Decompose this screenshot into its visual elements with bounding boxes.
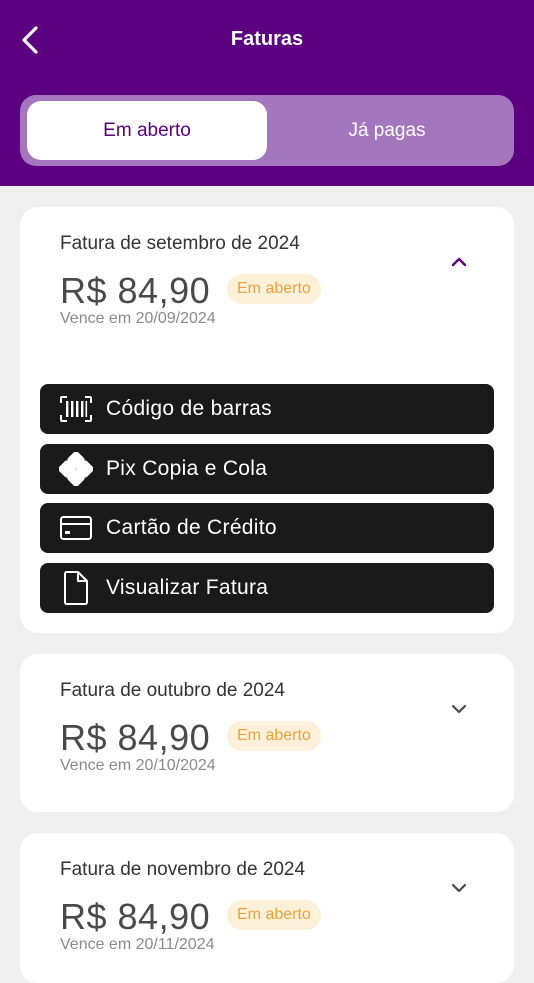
tab-switcher: Em aberto Já pagas	[20, 95, 514, 166]
expand-button[interactable]	[444, 873, 474, 903]
expand-button[interactable]	[444, 694, 474, 724]
pix-button[interactable]: Pix Copia e Cola	[40, 444, 494, 494]
credit-card-icon	[58, 510, 94, 546]
barcode-label: Código de barras	[106, 397, 272, 420]
view-invoice-label: Visualizar Fatura	[106, 576, 269, 599]
invoice-amount: R$ 84,90	[60, 717, 211, 758]
invoice-title: Fatura de novembro de 2024	[60, 859, 306, 880]
status-badge: Em aberto	[227, 721, 321, 751]
credit-card-button[interactable]: Cartão de Crédito	[40, 503, 494, 553]
document-icon	[58, 570, 94, 606]
invoice-due-date: Vence em 20/10/2024	[60, 757, 216, 774]
app-header: Faturas Em aberto Já pagas	[0, 0, 534, 186]
status-badge: Em aberto	[227, 274, 321, 304]
barcode-button[interactable]: Código de barras	[40, 384, 494, 434]
status-badge: Em aberto	[227, 900, 321, 930]
chevron-down-icon	[451, 704, 467, 714]
invoice-title: Fatura de outubro de 2024	[60, 680, 286, 701]
collapse-button[interactable]	[444, 247, 474, 277]
invoice-amount: R$ 84,90	[60, 896, 211, 937]
tab-em-aberto[interactable]: Em aberto	[27, 101, 267, 160]
invoice-card-november[interactable]: Fatura de novembro de 2024 R$ 84,90 Em a…	[20, 833, 514, 983]
invoice-due-date: Vence em 20/09/2024	[60, 310, 216, 327]
invoice-card-september: Fatura de setembro de 2024 R$ 84,90 Em a…	[20, 207, 514, 633]
chevron-down-icon	[451, 883, 467, 893]
page-title: Faturas	[230, 28, 304, 50]
credit-card-label: Cartão de Crédito	[106, 516, 277, 539]
barcode-icon	[58, 391, 94, 427]
invoice-card-october[interactable]: Fatura de outubro de 2024 R$ 84,90 Em ab…	[20, 654, 514, 812]
tab-ja-pagas[interactable]: Já pagas	[267, 101, 507, 160]
pix-icon	[58, 451, 94, 487]
view-invoice-button[interactable]: Visualizar Fatura	[40, 563, 494, 613]
invoice-due-date: Vence em 20/11/2024	[60, 936, 215, 953]
chevron-up-icon	[451, 257, 467, 267]
invoice-title: Fatura de setembro de 2024	[60, 233, 300, 254]
pix-label: Pix Copia e Cola	[106, 457, 268, 480]
invoice-amount: R$ 84,90	[60, 270, 211, 311]
